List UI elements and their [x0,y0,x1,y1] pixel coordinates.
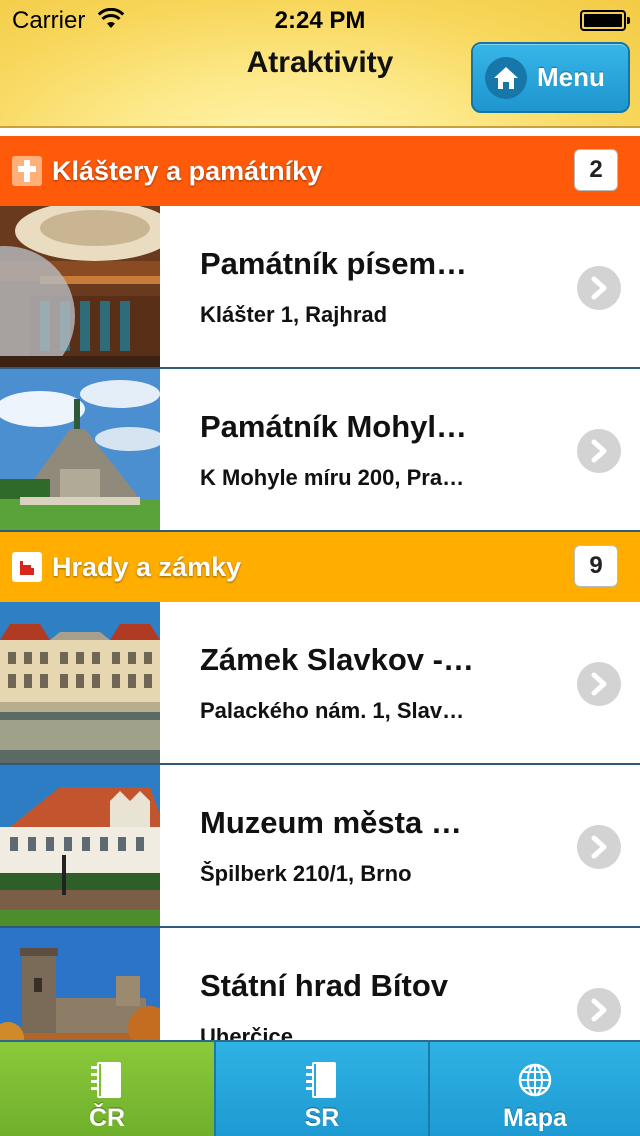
tab-cr[interactable]: ČR [0,1040,214,1136]
attractions-list[interactable]: Kláštery a památníky 2 Památník písem… K [0,128,640,1040]
attraction-title: Památník písem… [200,246,468,281]
attraction-title: Zámek Slavkov -… [200,642,474,677]
chevron-right-icon[interactable] [577,988,621,1032]
tab-bar: ČR SR Mapa [0,1040,640,1136]
tab-mapa[interactable]: Mapa [428,1040,640,1136]
navigation-header: Carrier 2:24 PM Atraktivity Menu [0,0,640,128]
chevron-right-icon[interactable] [577,429,621,473]
castle-icon [12,552,42,582]
attraction-address: Klášter 1, Rajhrad [200,302,388,327]
chevron-right-icon[interactable] [577,825,621,869]
menu-button[interactable]: Menu [471,42,630,113]
notebook-icon [91,1062,121,1098]
battery-icon [580,10,630,31]
status-time: 2:24 PM [274,7,366,34]
section-title: Hrady a zámky [52,551,242,582]
chevron-right-icon[interactable] [577,266,621,310]
attraction-title: Státní hrad Bítov [200,968,449,1003]
tab-sr[interactable]: SR [214,1040,428,1136]
home-icon [485,56,527,99]
attraction-thumbnail [0,602,160,763]
attraction-title: Památník Mohyl… [200,409,467,444]
section-title: Kláštery a památníky [52,155,323,186]
attraction-address: Uherčice [200,1024,293,1040]
list-item[interactable]: Zámek Slavkov -… Palackého nám. 1, Slav… [0,602,640,765]
status-bar: Carrier 2:24 PM [0,0,640,40]
attraction-address: Špilberk 210/1, Brno [200,861,412,886]
attraction-thumbnail [0,765,160,926]
list-item[interactable]: Státní hrad Bítov Uherčice [0,928,640,1040]
attraction-thumbnail [0,206,160,367]
tab-label: ČR [88,1104,126,1132]
list-item[interactable]: Památník písem… Klášter 1, Rajhrad [0,206,640,369]
notebook-icon [306,1062,336,1098]
attraction-address: Palackého nám. 1, Slav… [200,698,465,723]
list-item[interactable]: Památník Mohyl… K Mohyle míru 200, Pra… [0,369,640,532]
attraction-thumbnail [0,369,160,530]
tab-label: Mapa [503,1104,567,1132]
globe-icon [518,1063,552,1097]
count-badge: 2 [574,149,618,191]
attraction-thumbnail [0,928,160,1040]
cross-icon [12,156,42,186]
chevron-right-icon[interactable] [577,662,621,706]
list-item[interactable]: Muzeum města … Špilberk 210/1, Brno [0,765,640,928]
count-badge: 9 [574,545,618,587]
menu-button-label: Menu [537,62,605,92]
attraction-address: K Mohyle míru 200, Pra… [200,465,465,490]
section-header-castles: Hrady a zámky 9 [0,532,640,602]
tab-label: SR [304,1104,340,1132]
page-title: Atraktivity [246,46,394,79]
attraction-title: Muzeum města … [200,805,462,840]
section-header-monasteries: Kláštery a památníky 2 [0,136,640,206]
